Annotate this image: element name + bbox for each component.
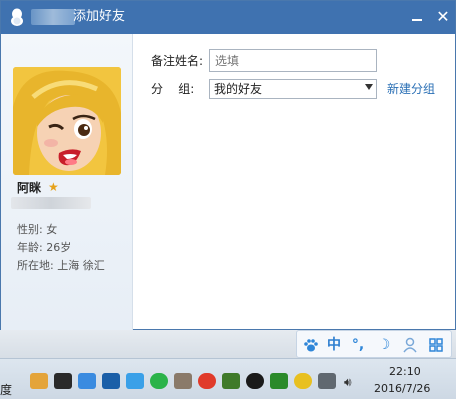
tray-app-icon-1[interactable] [30,373,48,389]
ime-mode-toggle[interactable]: 中 [325,335,343,355]
grid-icon[interactable] [427,335,445,355]
star-icon: ★ [48,180,59,194]
location-text: 所在地: 上海 徐汇 [17,259,105,272]
close-icon: ✕ [436,7,450,26]
add-friend-dialog: 添加好友 ✕ 阿眯 ★ 性别: 女 年龄: 26岁 所在地: 上海 徐汇 备注姓… [0,0,456,330]
tray-app-icon-12[interactable] [294,373,312,389]
tray-app-icon-2[interactable] [54,373,72,389]
blurred-title-prefix [31,9,75,25]
group-select-value: 我的好友 [214,82,263,96]
user-icon[interactable] [401,335,419,355]
blurred-account-id [11,197,91,209]
tray-app-icon-4[interactable] [102,373,120,389]
tray-app-icon-7[interactable] [174,373,192,389]
clock-date[interactable]: 2016/7/26 [374,382,430,396]
avatar-image [13,67,121,175]
nickname: 阿眯 [17,181,42,195]
speaker-icon[interactable]: 🔊︎ [344,375,352,390]
punctuation-toggle[interactable]: °, [349,335,367,355]
paw-icon[interactable] [301,335,321,355]
chevron-down-icon [365,84,373,90]
tray-app-icon-9[interactable] [222,373,240,389]
taskbar-edge-text: 度 [0,383,13,397]
title-bar[interactable]: 添加好友 ✕ [1,1,455,34]
group-label: 分 组: [151,82,195,96]
tray-app-icon-6[interactable] [150,373,168,389]
gender-text: 性别: 女 [17,223,58,236]
close-button[interactable]: ✕ [433,7,453,27]
qq-tray-icon[interactable] [246,373,264,389]
new-group-link[interactable]: 新建分组 [387,81,435,97]
minimize-icon [412,19,422,21]
tray-app-icon-8[interactable] [198,373,216,389]
tray-app-icon-11[interactable] [270,373,288,389]
network-icon[interactable] [318,373,336,389]
profile-sidebar: 阿眯 ★ 性别: 女 年龄: 26岁 所在地: 上海 徐汇 [1,34,133,330]
clock-time[interactable]: 22:10 [389,365,421,379]
minimize-button[interactable] [407,7,427,27]
qq-penguin-icon [11,8,23,26]
moon-icon[interactable]: ☽ [375,335,393,355]
tray-app-icon-3[interactable] [78,373,96,389]
tray-app-icon-5[interactable] [126,373,144,389]
age-text: 年龄: 26岁 [17,241,72,254]
avatar [13,67,121,175]
taskbar: 度 🔊︎ 22:10 2016/7/26 [0,358,456,399]
remark-input[interactable] [209,49,377,72]
group-select[interactable]: 我的好友 [209,79,377,99]
ime-toolbar: 中 °, ☽ [296,330,452,358]
remark-label: 备注姓名: [151,54,204,68]
window-title: 添加好友 [73,9,126,24]
